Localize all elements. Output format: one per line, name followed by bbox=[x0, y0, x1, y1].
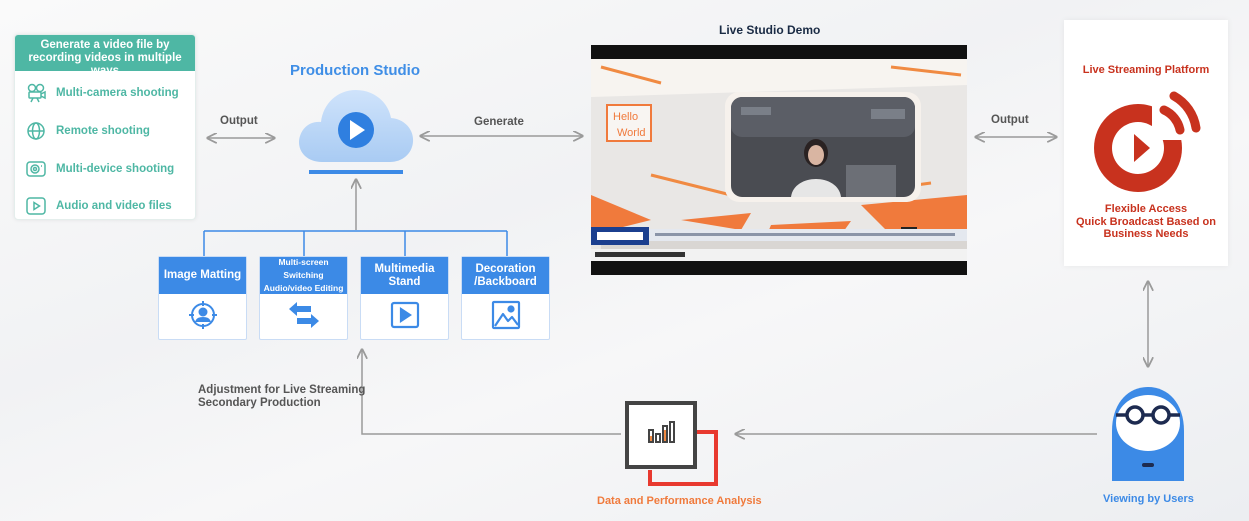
platform-title: Live Streaming Platform bbox=[1082, 64, 1210, 76]
live-studio-demo-title: Live Studio Demo bbox=[719, 23, 821, 37]
live-streaming-platform-panel: Live Streaming Platform Flexible Access … bbox=[1064, 20, 1228, 266]
viewing-by-users-label: Viewing by Users bbox=[1103, 493, 1194, 505]
globe-icon bbox=[25, 120, 47, 142]
platform-line-3: Business Needs bbox=[1103, 228, 1189, 240]
image-icon bbox=[491, 300, 521, 335]
source-item-label: Multi-camera shooting bbox=[56, 87, 179, 99]
streaming-logo-icon bbox=[1082, 78, 1212, 203]
adjustment-line-2: Secondary Production bbox=[198, 397, 321, 409]
platform-line-1: Flexible Access bbox=[1104, 203, 1188, 215]
production-studio-title: Production Studio bbox=[290, 62, 420, 79]
tool-card-decoration-backboard: Decoration /Backboard bbox=[461, 256, 550, 340]
recording-sources-header: Generate a video file by recording video… bbox=[15, 35, 195, 77]
tool-card-label: Multimedia Stand bbox=[361, 257, 448, 294]
platform-description: Flexible Access Quick Broadcast Based on… bbox=[1064, 203, 1228, 241]
switch-arrows-icon bbox=[287, 301, 321, 334]
source-item-remote: Remote shooting bbox=[25, 120, 150, 142]
overlay-world-text: World bbox=[617, 127, 646, 139]
tool-card-label: Multi-screen Switching Audio/video Editi… bbox=[260, 257, 347, 294]
overlay-hello-text: Hello bbox=[613, 111, 638, 123]
play-screen-icon bbox=[389, 300, 421, 335]
recording-sources-panel: Generate a video file by recording video… bbox=[14, 34, 196, 220]
source-item-multi-device: Multi-device shooting bbox=[25, 158, 174, 180]
play-file-icon bbox=[25, 195, 47, 217]
analysis-chart-icon bbox=[624, 400, 722, 495]
source-item-audio-video-files: Audio and video files bbox=[25, 195, 172, 217]
output-label-right: Output bbox=[991, 114, 1029, 126]
source-item-label: Multi-device shooting bbox=[56, 163, 175, 175]
tool-card-image-matting: Image Matting bbox=[158, 256, 247, 340]
output-label-left: Output bbox=[220, 115, 258, 127]
adjustment-label: Adjustment for Live Streaming Secondary … bbox=[198, 384, 365, 410]
devices-icon bbox=[25, 158, 47, 180]
tool-card-multi-screen-switching: Multi-screen Switching Audio/video Editi… bbox=[259, 256, 348, 340]
live-studio-demo-video[interactable]: Hello World bbox=[591, 45, 967, 275]
source-item-multi-camera: Multi-camera shooting bbox=[25, 82, 179, 104]
camera-icon bbox=[25, 82, 47, 104]
tool-card-label: Image Matting bbox=[159, 257, 246, 294]
source-item-label: Audio and video files bbox=[56, 200, 172, 212]
platform-line-2: Quick Broadcast Based on bbox=[1076, 215, 1216, 228]
source-item-label: Remote shooting bbox=[56, 125, 150, 137]
viewer-user-icon bbox=[1098, 381, 1198, 490]
adjustment-line-1: Adjustment for Live Streaming bbox=[198, 384, 366, 396]
generate-label: Generate bbox=[474, 116, 524, 128]
cloud-play-icon bbox=[294, 84, 416, 171]
tool-card-label: Decoration /Backboard bbox=[462, 257, 549, 294]
data-analysis-label: Data and Performance Analysis bbox=[597, 495, 762, 507]
tool-card-multimedia-stand: Multimedia Stand bbox=[360, 256, 449, 340]
user-target-icon bbox=[188, 300, 218, 335]
